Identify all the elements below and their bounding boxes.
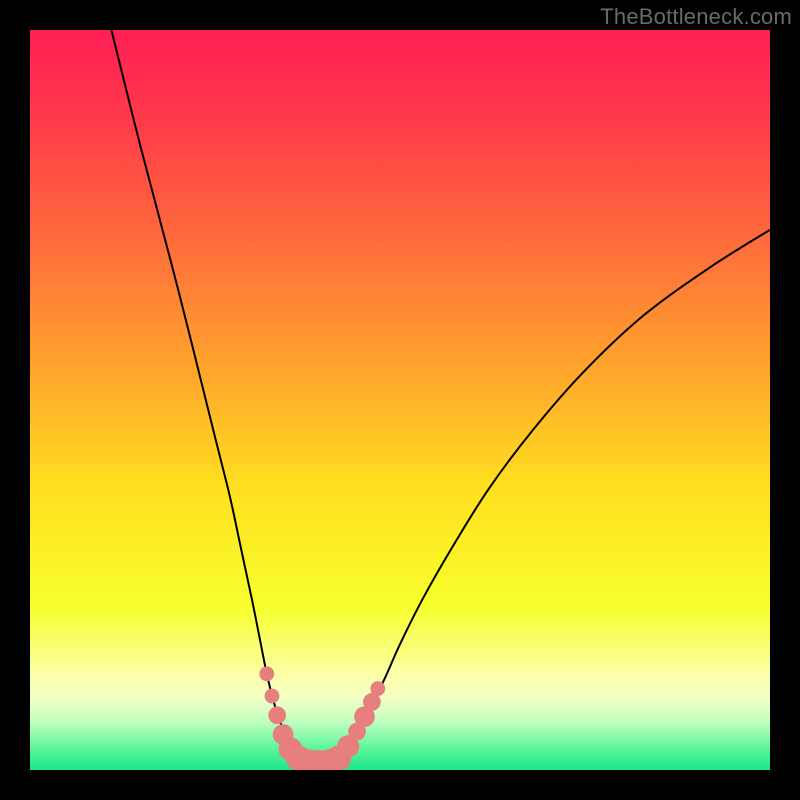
curve-marker (370, 681, 385, 696)
plot-area (30, 30, 770, 770)
outer-frame: TheBottleneck.com (0, 0, 800, 800)
curve-marker (259, 666, 274, 681)
watermark-text: TheBottleneck.com (600, 4, 792, 30)
chart-canvas (30, 30, 770, 770)
gradient-background (30, 30, 770, 770)
curve-marker (265, 689, 280, 704)
curve-marker (268, 706, 286, 724)
